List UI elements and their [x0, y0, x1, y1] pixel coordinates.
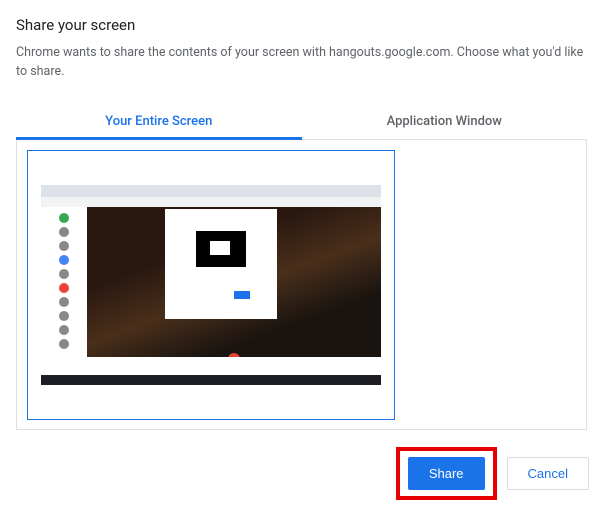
- tab-application-window[interactable]: Application Window: [302, 104, 588, 139]
- share-button-highlight: Share: [396, 447, 497, 500]
- cancel-button[interactable]: Cancel: [507, 457, 589, 490]
- dialog-title: Share your screen: [16, 16, 587, 34]
- dialog-description: Chrome wants to share the contents of yo…: [16, 44, 587, 82]
- screen-thumbnail-preview: [41, 185, 381, 385]
- tabs-container: Your Entire Screen Application Window: [16, 104, 587, 140]
- screen-options-area: [16, 140, 587, 430]
- share-button[interactable]: Share: [408, 457, 485, 490]
- dialog-button-row: Share Cancel: [396, 447, 589, 500]
- screen-thumbnail-option[interactable]: [27, 150, 395, 420]
- tab-entire-screen[interactable]: Your Entire Screen: [16, 104, 302, 139]
- share-screen-dialog: Share your screen Chrome wants to share …: [0, 0, 603, 430]
